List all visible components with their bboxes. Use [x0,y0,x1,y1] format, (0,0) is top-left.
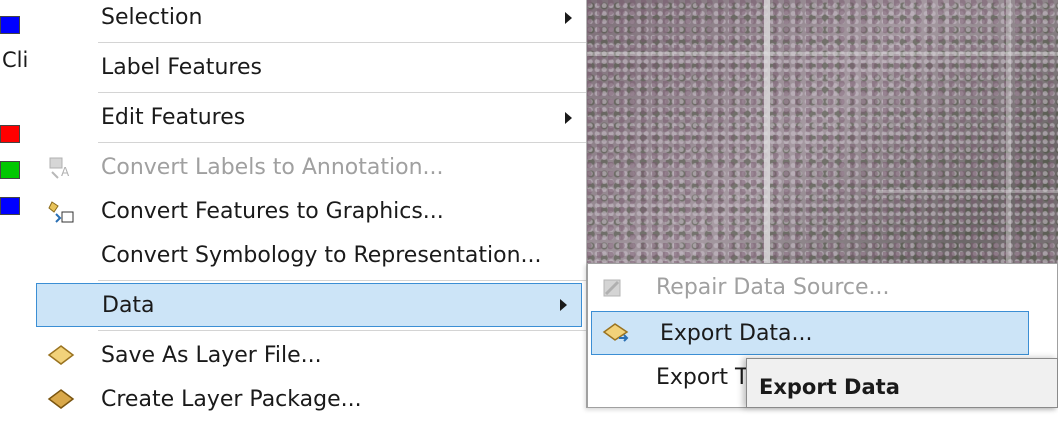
menu-separator [98,92,586,93]
menu-item-convert-symbology[interactable]: Convert Symbology to Representation... [36,234,586,278]
repair-icon [603,279,621,297]
export-data-dialog[interactable]: Export Data [746,358,1058,408]
table-of-contents: Cli [0,0,37,408]
menu-item-label: Data [102,293,155,318]
submenu-item-repair-data-source[interactable]: Repair Data Source... [588,266,1057,310]
submenu-item-label: Export To [656,365,759,390]
menu-separator [98,280,586,281]
menu-separator [98,330,586,331]
convert-graphics-icon [48,201,74,223]
layer-swatch-green[interactable] [0,161,20,179]
layer-swatch-blue[interactable] [0,16,20,34]
submenu-arrow-icon [565,12,572,24]
menu-item-label: Convert Symbology to Representation... [101,243,542,268]
layer-package-icon [47,389,75,409]
menu-item-label: Label Features [101,55,262,80]
submenu-item-label: Repair Data Source... [656,275,890,300]
menu-item-convert-graphics[interactable]: Convert Features to Graphics... [36,190,586,234]
menu-item-label: Save As Layer File... [101,343,322,368]
submenu-arrow-icon [565,112,572,124]
svg-text:A: A [61,165,70,179]
map-road [586,52,1058,56]
menu-item-label: Create Layer Package... [101,387,362,412]
menu-item-selection[interactable]: Selection [36,0,586,40]
menu-separator [98,42,586,43]
convert-labels-icon: A [49,157,70,179]
menu-item-convert-labels[interactable]: A Convert Labels to Annotation... [36,146,586,190]
submenu-arrow-icon [560,299,567,311]
submenu-item-label: Export Data... [660,321,813,346]
menu-item-save-layer-file[interactable]: Save As Layer File... [36,334,586,378]
menu-item-label-features[interactable]: Label Features [36,46,586,90]
menu-item-data[interactable]: Data [36,283,582,327]
menu-item-edit-features[interactable]: Edit Features [36,96,586,140]
layer-file-icon [47,345,75,365]
menu-item-label: Selection [101,5,203,30]
menu-item-create-layer-package[interactable]: Create Layer Package... [36,378,586,422]
menu-item-label: Edit Features [101,105,246,130]
toc-layer-label[interactable]: Cli [2,48,28,72]
submenu-item-export-data[interactable]: Export Data... [591,311,1029,355]
menu-item-label: Convert Labels to Annotation... [101,155,444,180]
export-data-icon [602,323,629,342]
map-road [876,190,1058,193]
layer-swatch-blue-2[interactable] [0,197,20,215]
menu-item-label: Convert Features to Graphics... [101,199,444,224]
layer-context-menu: Selection Label Features Edit Features A… [36,0,587,412]
menu-separator [98,142,586,143]
layer-swatch-red[interactable] [0,125,20,143]
dialog-title: Export Data [759,375,900,399]
